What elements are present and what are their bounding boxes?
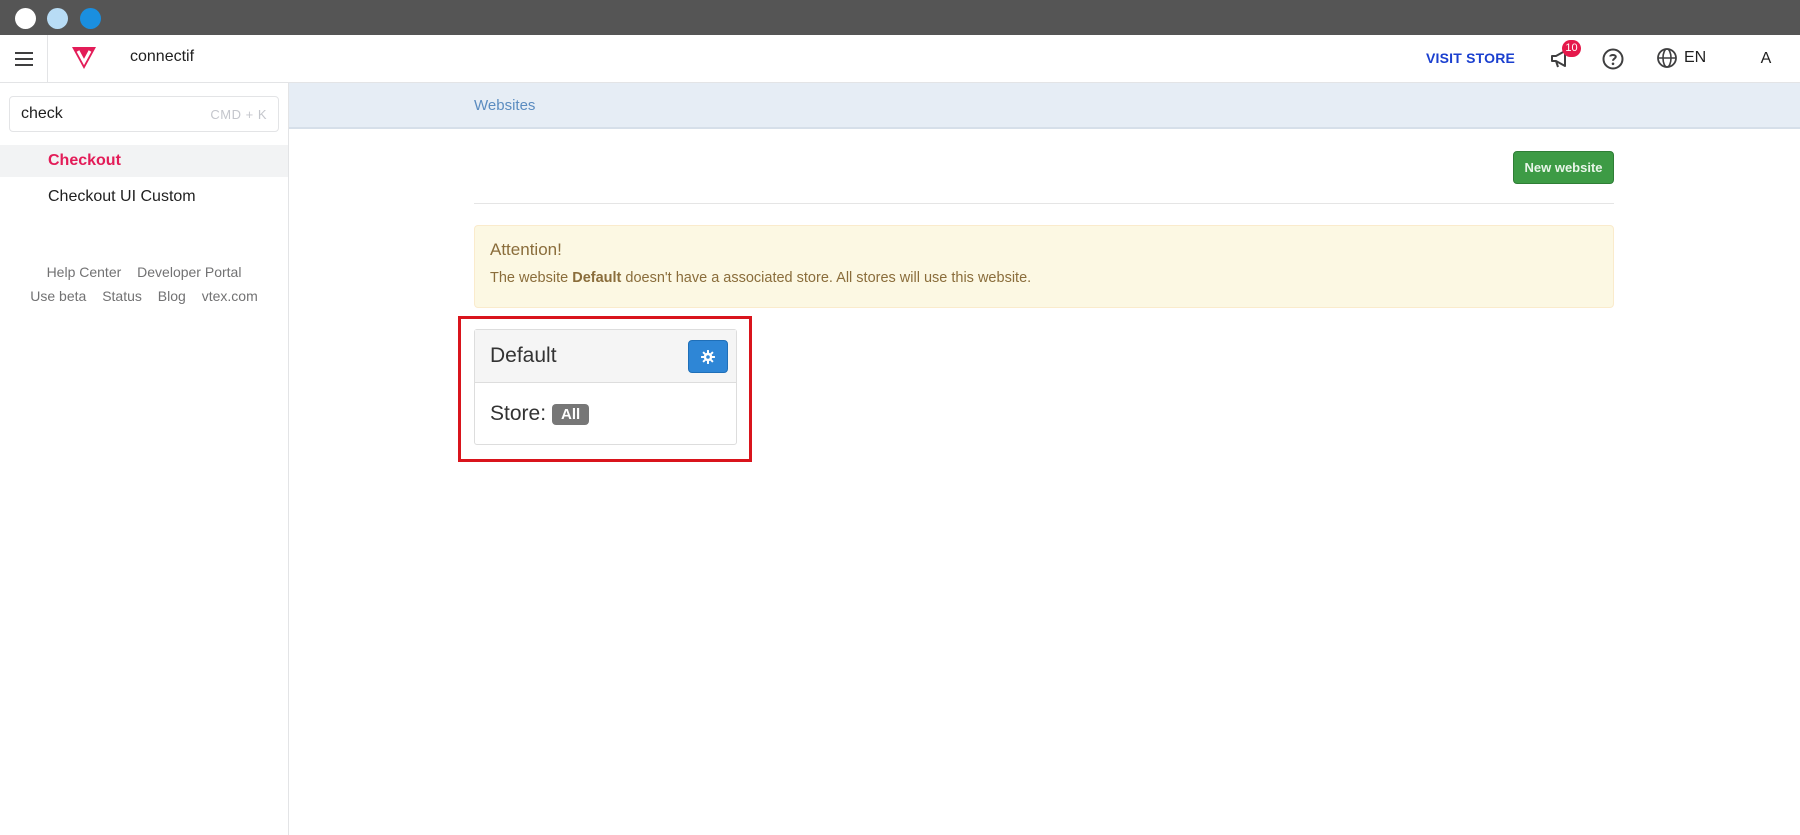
window-minimize-dot[interactable] bbox=[47, 8, 68, 29]
store-label: Store: bbox=[490, 402, 547, 425]
alert-message: The website Default doesn't have a assoc… bbox=[490, 270, 1598, 286]
account-name: connectif bbox=[130, 48, 195, 65]
divider bbox=[474, 203, 1614, 204]
breadcrumb-bar: Websites bbox=[289, 83, 1800, 129]
menu-button[interactable] bbox=[0, 35, 48, 83]
language-label: EN bbox=[1684, 49, 1707, 66]
window-maximize-dot[interactable] bbox=[80, 8, 101, 29]
alert-text-after: doesn't have a associated store. All sto… bbox=[621, 270, 1032, 286]
help-center-link[interactable]: Help Center bbox=[47, 264, 122, 280]
window-titlebar bbox=[0, 0, 1800, 35]
vtex-com-link[interactable]: vtex.com bbox=[202, 288, 258, 304]
avatar[interactable]: A bbox=[1752, 45, 1780, 73]
search-shortcut-hint: CMD + K bbox=[210, 106, 267, 122]
alert-text-before: The website bbox=[490, 270, 573, 286]
sidebar-item-checkout[interactable]: Checkout bbox=[0, 145, 288, 177]
gear-icon bbox=[701, 349, 715, 364]
top-app-bar: connectif VISIT STORE 10 EN A bbox=[0, 35, 1800, 83]
sidebar: CMD + K Checkout Checkout UI Custom Help… bbox=[0, 83, 289, 835]
sidebar-item-checkout-ui-custom[interactable]: Checkout UI Custom bbox=[0, 181, 288, 213]
sidebar-search[interactable]: CMD + K bbox=[9, 96, 279, 132]
visit-store-link[interactable]: VISIT STORE bbox=[1426, 50, 1515, 66]
website-settings-button[interactable] bbox=[688, 340, 728, 373]
notification-badge: 10 bbox=[1562, 40, 1581, 57]
search-input[interactable] bbox=[19, 104, 199, 124]
language-selector[interactable]: EN bbox=[1656, 47, 1706, 69]
attention-alert: Attention! The website Default doesn't h… bbox=[474, 225, 1614, 308]
breadcrumb[interactable]: Websites bbox=[474, 97, 535, 114]
website-panel-header: Default bbox=[475, 330, 736, 383]
avatar-initial: A bbox=[1760, 50, 1772, 67]
sidebar-item-label: Checkout UI Custom bbox=[48, 188, 196, 205]
sidebar-item-label: Checkout bbox=[48, 152, 121, 169]
alert-website-name: Default bbox=[572, 270, 622, 286]
website-panel-title: Default bbox=[490, 344, 557, 367]
vtex-logo[interactable] bbox=[70, 46, 98, 70]
globe-icon bbox=[1657, 48, 1677, 68]
question-circle-icon[interactable] bbox=[1601, 47, 1625, 71]
alert-title: Attention! bbox=[490, 240, 562, 259]
website-panel-body: Store: All bbox=[490, 402, 590, 426]
status-link[interactable]: Status bbox=[102, 288, 142, 304]
sidebar-footer-links: Help Center Developer Portal Use beta St… bbox=[0, 260, 288, 308]
store-badge[interactable]: All bbox=[552, 403, 590, 425]
window-close-dot[interactable] bbox=[15, 8, 36, 29]
hamburger-icon bbox=[14, 52, 33, 66]
use-beta-link[interactable]: Use beta bbox=[30, 288, 86, 304]
blog-link[interactable]: Blog bbox=[158, 288, 186, 304]
website-panel: Default Store: All bbox=[474, 329, 737, 445]
new-website-button[interactable]: New website bbox=[1513, 151, 1614, 184]
developer-portal-link[interactable]: Developer Portal bbox=[137, 264, 241, 280]
